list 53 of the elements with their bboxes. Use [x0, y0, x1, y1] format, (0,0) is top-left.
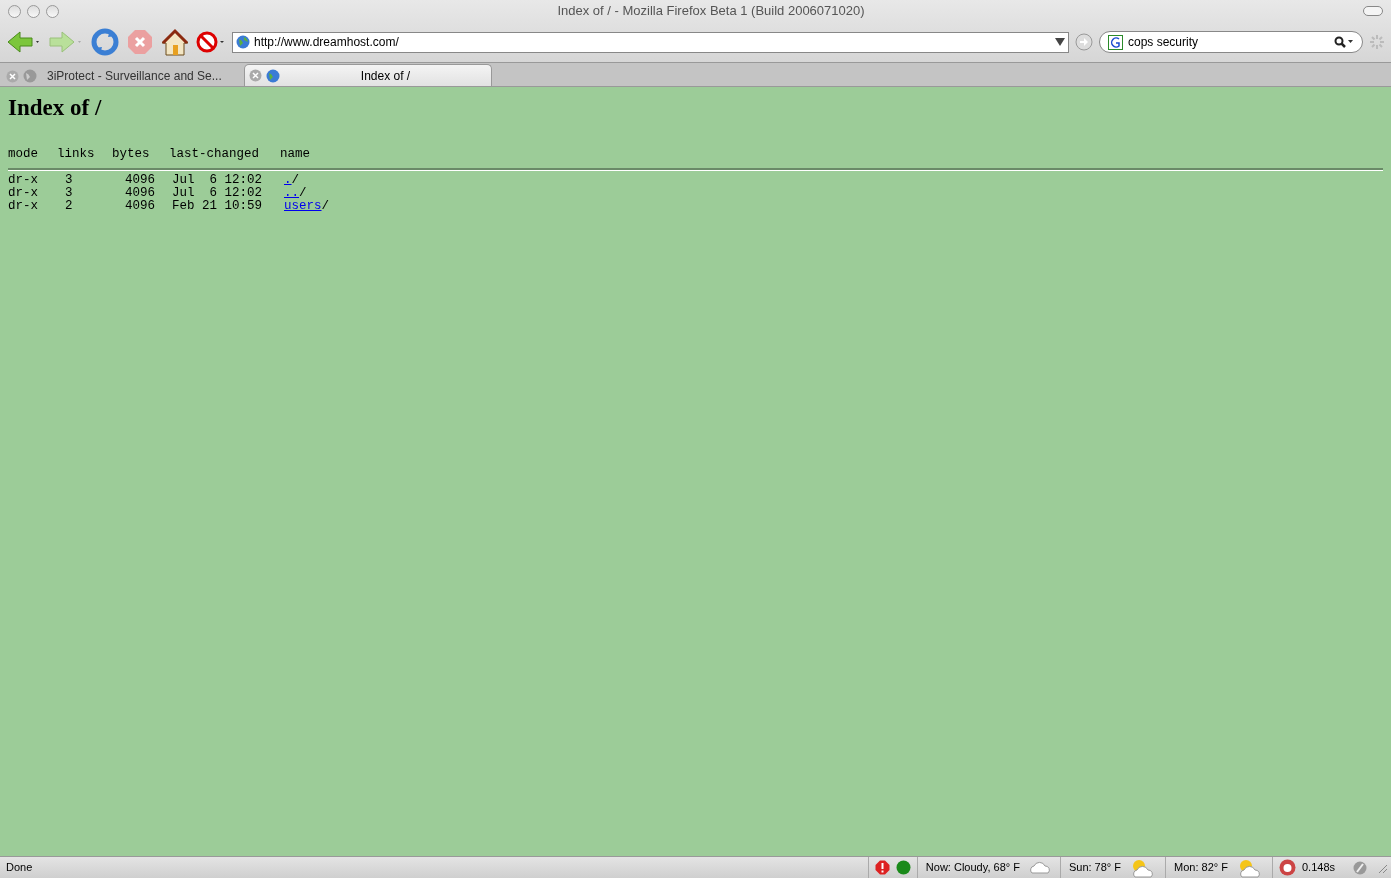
cloud-icon[interactable]	[1027, 861, 1052, 874]
table-cell-text: 4096	[125, 186, 156, 200]
window-title: Index of / - Mozilla Firefox Beta 1 (Build 2006071020)	[557, 2, 865, 21]
error-stop-icon[interactable]	[874, 860, 890, 875]
directory-link[interactable]: users/	[284, 199, 330, 213]
search-engine-icon	[1108, 34, 1123, 50]
url-field[interactable]: http://www.dreamhost.com/	[232, 31, 1069, 53]
directory-link[interactable]: ../	[284, 186, 307, 200]
status-text: Done	[6, 860, 34, 876]
back-arrow-icon[interactable]	[6, 29, 42, 55]
table-cell-text: 3	[65, 173, 74, 187]
table-cell-text: 4096	[125, 199, 156, 213]
column-header: links	[57, 146, 96, 164]
browser-tab[interactable]: Index of /	[244, 64, 492, 86]
toolbar-toggle-button[interactable]	[1363, 6, 1383, 16]
browser-tab[interactable]: 3iProtect - Surveillance and Se...	[0, 66, 244, 86]
tab-close-icon[interactable]	[6, 69, 19, 83]
stop-icon[interactable]	[126, 28, 154, 56]
globe-icon	[236, 35, 250, 49]
globe-icon	[266, 68, 280, 83]
reload-icon[interactable]	[90, 28, 120, 56]
page-heading: Index of /	[8, 94, 103, 122]
minimize-window-button[interactable]	[27, 4, 40, 18]
close-window-button[interactable]	[8, 4, 21, 18]
table-cell-text: 3	[65, 186, 74, 200]
table-cell-text: dr-x	[8, 199, 39, 213]
forward-arrow-icon[interactable]	[48, 29, 84, 55]
search-field[interactable]: cops security	[1099, 31, 1363, 53]
zoom-window-button[interactable]	[46, 4, 59, 18]
table-cell-text: Feb 21 10:59	[172, 199, 263, 213]
weather-text: Sun: 78° F	[1068, 860, 1122, 876]
search-icon[interactable]	[1334, 36, 1354, 48]
table-cell-text: dr-x	[8, 186, 39, 200]
directory-link[interactable]: ./	[284, 173, 300, 187]
load-time-text: 0.148s	[1301, 860, 1335, 876]
table-cell-text: 4096	[125, 173, 156, 187]
table-cell-text: dr-x	[8, 173, 39, 187]
blocked-sign-icon[interactable]	[196, 30, 226, 54]
table-cell-text: 2	[65, 199, 74, 213]
weather-text: Now: Cloudy, 68° F	[925, 860, 1020, 876]
globe-icon	[23, 69, 37, 83]
dropdown-arrow-icon[interactable]	[1055, 38, 1065, 46]
table-cell-text: Jul 6 12:02	[172, 186, 263, 200]
column-header: name	[280, 146, 311, 164]
weather-text: Mon: 82° F	[1174, 860, 1228, 876]
tab-close-icon[interactable]	[249, 69, 262, 82]
home-icon[interactable]	[160, 28, 190, 56]
column-header: mode	[8, 146, 39, 164]
loading-spinner-icon	[1369, 34, 1385, 50]
column-header: last-changed	[169, 146, 260, 164]
table-cell-text: Jul 6 12:02	[172, 173, 263, 187]
status-dot-icon[interactable]	[895, 860, 911, 875]
column-header: bytes	[112, 146, 151, 164]
